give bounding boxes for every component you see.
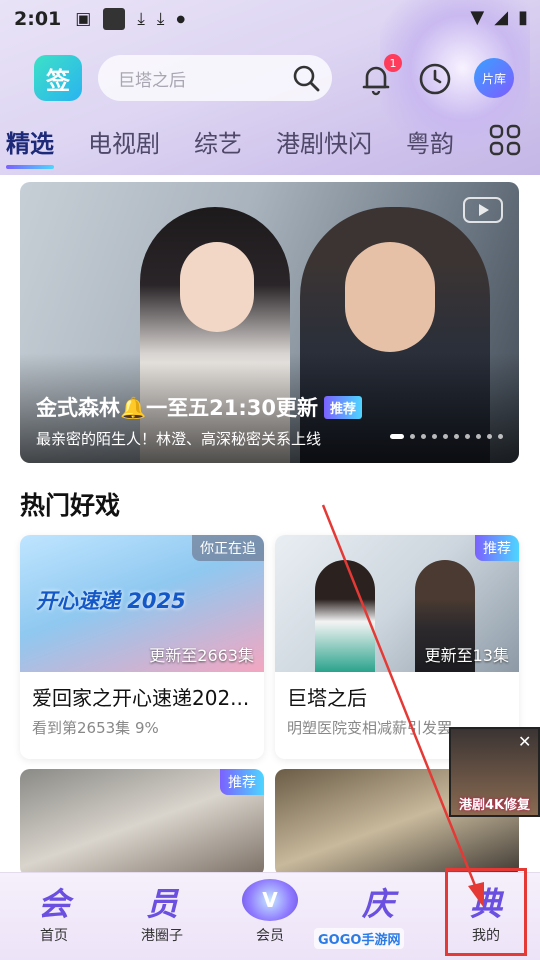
vip-badge-icon: V bbox=[242, 879, 298, 921]
app-screen: 2:01 ▣ ⤓ ⤓ ● ▼ ◢ ▮ 签 巨塔之后 1 片库 精选 电视剧 综艺… bbox=[0, 0, 540, 960]
sign-in-logo[interactable]: 签 bbox=[34, 55, 82, 101]
nav-home-glyph: 会 bbox=[37, 885, 70, 923]
notification-badge: 1 bbox=[384, 54, 402, 72]
all-categories-icon[interactable] bbox=[488, 123, 522, 157]
show-card[interactable]: 推荐 更新至13集 巨塔之后 明塑医院变相减薪引发罢... bbox=[275, 535, 519, 759]
show-poster: 推荐 更新至13集 bbox=[275, 535, 519, 672]
banner-recommend-tag: 推荐 bbox=[324, 395, 363, 419]
carousel-dot bbox=[421, 434, 426, 439]
banner-actress-face bbox=[180, 242, 254, 332]
status-indicators: ▼ ◢ ▮ bbox=[470, 7, 528, 28]
status-bar: 2:01 ▣ ⤓ ⤓ ● ▼ ◢ ▮ bbox=[0, 0, 540, 38]
nav-celebration-glyph: 庆 bbox=[361, 885, 394, 923]
nav-home[interactable]: 会 首页 bbox=[0, 873, 108, 960]
nav-hk-circle-label: 港圈子 bbox=[141, 928, 183, 944]
episode-count: 更新至13集 bbox=[424, 646, 509, 665]
banner-actor-face bbox=[345, 242, 435, 352]
carousel-dot bbox=[454, 434, 459, 439]
wifi-icon: ▼ bbox=[470, 7, 485, 28]
highlight-box bbox=[445, 868, 527, 956]
search-placeholder: 巨塔之后 bbox=[118, 70, 186, 91]
featured-banner[interactable]: 金式森林🔔一至五21:30更新 推荐 最亲密的陌生人！林澄、高深秘密关系上线 bbox=[20, 182, 519, 463]
top-bar: 签 巨塔之后 1 片库 bbox=[0, 52, 540, 104]
history-clock-icon[interactable] bbox=[418, 62, 452, 96]
app-notification-icon bbox=[103, 8, 126, 30]
poster-person bbox=[315, 560, 375, 672]
show-card[interactable]: 开心速递 2025 你正在追 更新至2663集 爱回家之开心速递202... 看… bbox=[20, 535, 264, 759]
show-progress: 看到第2653集 9% bbox=[32, 719, 159, 737]
poster-title: 开心速递 2025 bbox=[36, 589, 186, 613]
battery-icon: ▮ bbox=[518, 7, 528, 28]
recommend-tag: 推荐 bbox=[475, 535, 519, 561]
carousel-dot bbox=[487, 434, 492, 439]
search-icon[interactable] bbox=[292, 64, 320, 92]
watching-tag: 你正在追 bbox=[192, 535, 264, 561]
download-icon: ⤓ bbox=[137, 9, 145, 29]
image-icon: ▣ bbox=[75, 9, 92, 29]
episode-count: 更新至2663集 bbox=[149, 646, 254, 665]
nav-home-label: 首页 bbox=[40, 928, 68, 944]
search-input[interactable]: 巨塔之后 bbox=[98, 55, 332, 101]
download-icon: ⤓ bbox=[156, 9, 165, 29]
tab-featured[interactable]: 精选 bbox=[6, 124, 54, 169]
more-dot-icon: ● bbox=[176, 13, 186, 25]
carousel-indicator bbox=[390, 434, 503, 439]
nav-hk-circle[interactable]: 员 港圈子 bbox=[108, 873, 216, 960]
nav-vip[interactable]: V 会员 bbox=[216, 873, 324, 960]
video-play-icon[interactable] bbox=[463, 197, 503, 223]
section-title-hot-shows: 热门好戏 bbox=[20, 491, 121, 520]
carousel-dot bbox=[476, 434, 481, 439]
close-icon[interactable]: ✕ bbox=[518, 732, 531, 751]
carousel-dot bbox=[443, 434, 448, 439]
banner-title: 金式森林🔔一至五21:30更新 推荐 bbox=[36, 392, 363, 422]
tab-variety[interactable]: 综艺 bbox=[194, 124, 242, 159]
nav-vip-label: 会员 bbox=[256, 928, 284, 944]
library-button[interactable]: 片库 bbox=[474, 58, 514, 98]
show-title: 爱回家之开心速递202... bbox=[32, 686, 250, 710]
site-watermark: GOGO手游网 bbox=[314, 928, 405, 949]
show-title: 巨塔之后 bbox=[287, 686, 367, 710]
nav-hk-circle-glyph: 员 bbox=[145, 885, 178, 923]
category-tabs: 精选 电视剧 综艺 港剧快闪 粤韵 bbox=[0, 118, 540, 169]
banner-title-text: 金式森林🔔一至五21:30更新 bbox=[36, 396, 318, 420]
carousel-dot bbox=[432, 434, 437, 439]
carousel-dot bbox=[410, 434, 415, 439]
show-poster: 开心速递 2025 你正在追 更新至2663集 bbox=[20, 535, 264, 672]
carousel-dot bbox=[465, 434, 470, 439]
status-time: 2:01 bbox=[14, 8, 62, 30]
carousel-dot bbox=[498, 434, 503, 439]
tab-tv-series[interactable]: 电视剧 bbox=[88, 124, 160, 159]
signal-icon: ◢ bbox=[494, 7, 509, 28]
promo-ad-label: 港剧4K修复 bbox=[458, 798, 531, 813]
banner-subtitle: 最亲密的陌生人！林澄、高深秘密关系上线 bbox=[36, 430, 322, 448]
show-card[interactable]: 推荐 bbox=[20, 769, 264, 877]
carousel-dot-active bbox=[390, 434, 404, 439]
tab-cantonese-opera[interactable]: 粤韵 bbox=[406, 124, 454, 159]
recommend-tag: 推荐 bbox=[220, 769, 264, 795]
tab-hk-drama-flash[interactable]: 港剧快闪 bbox=[276, 124, 372, 159]
